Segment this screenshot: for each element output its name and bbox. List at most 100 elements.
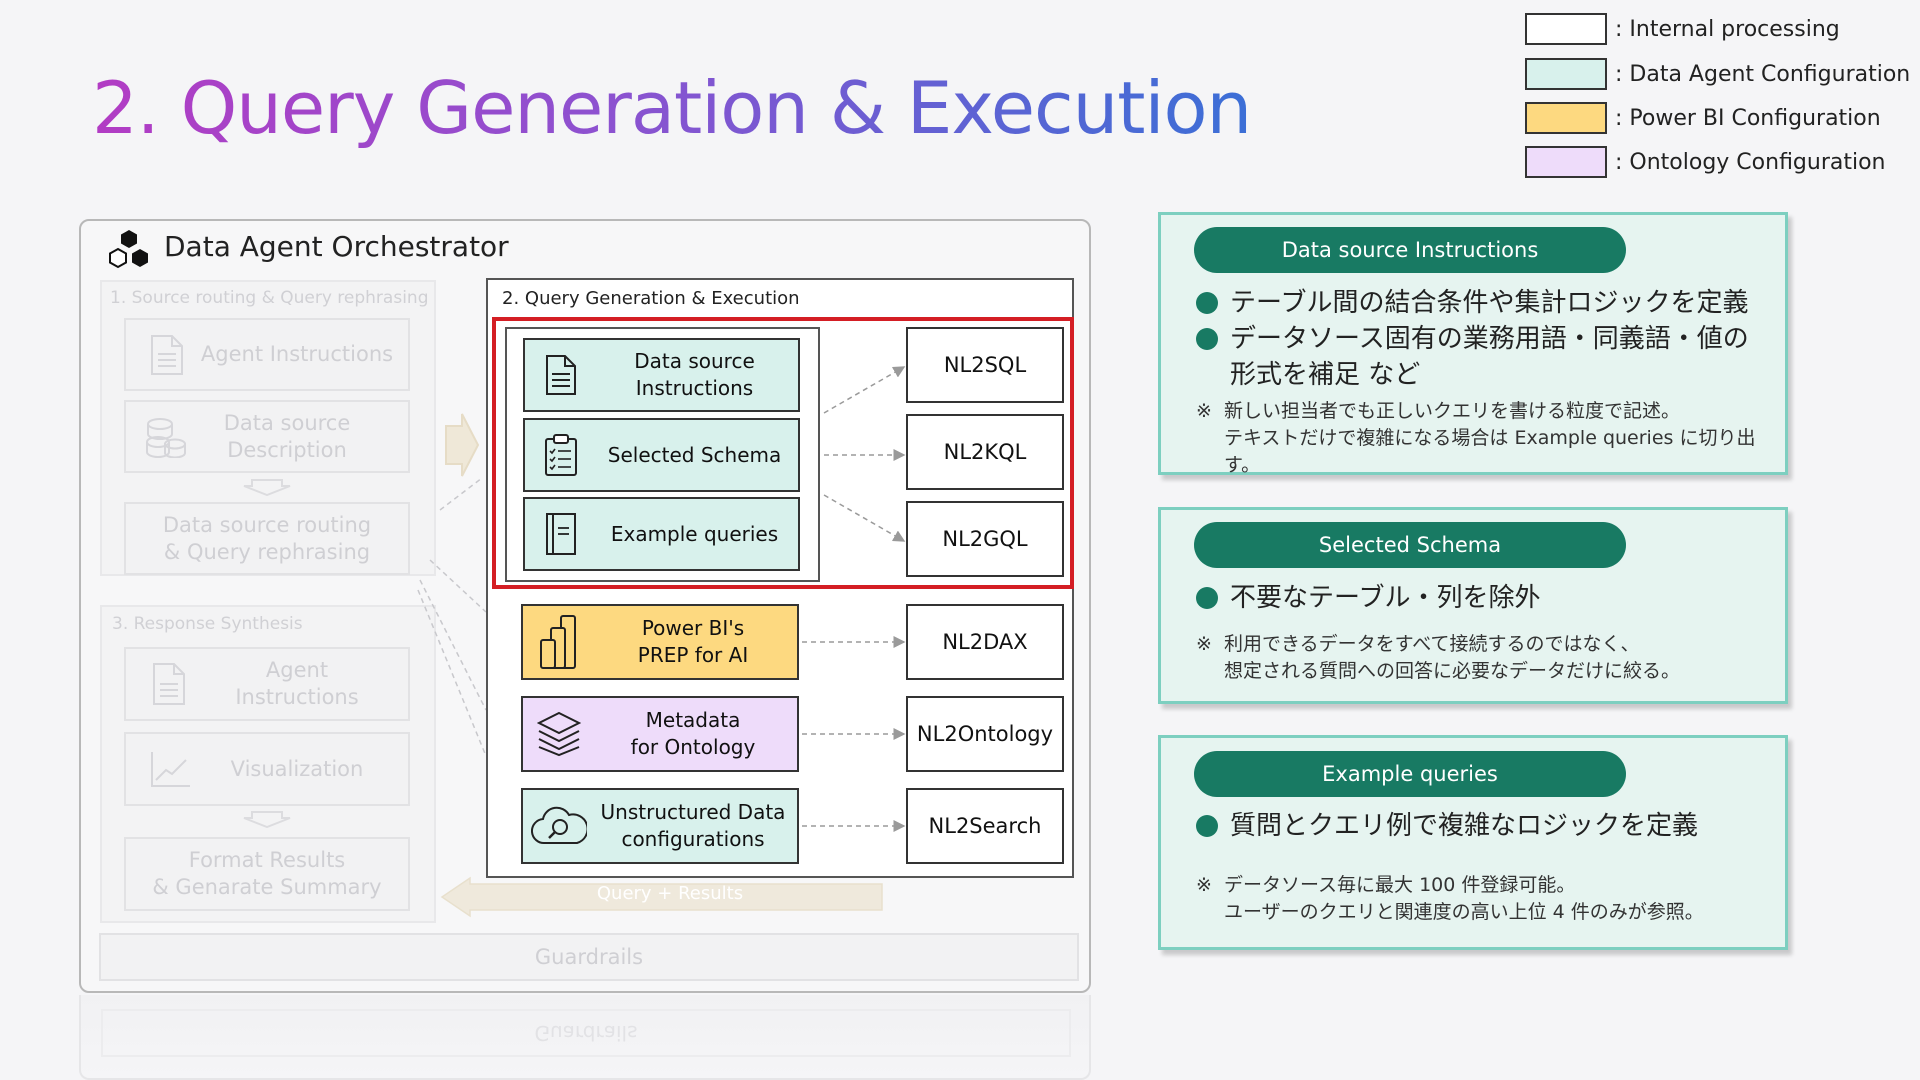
nl2dax-box: NL2DAX — [906, 604, 1064, 680]
config-connectors — [802, 366, 906, 832]
source-routing-label: 1. Source routing & Query rephrasing — [110, 288, 429, 308]
legend-swatch — [1525, 13, 1607, 45]
checklist-icon — [525, 420, 597, 490]
card-note: ※ データソース毎に最大 100 件登録可能。 ユーザーのクエリと関連度の高い上位… — [1196, 872, 1786, 926]
nl2gql-box: NL2GQL — [906, 501, 1064, 577]
routing-label: Data source routing & Query rephrasing — [162, 512, 372, 564]
card-heading: Selected Schema — [1194, 522, 1626, 568]
nl2sql-box: NL2SQL — [906, 327, 1064, 403]
power-bi-icon — [523, 606, 595, 678]
nl2sql-label: NL2SQL — [943, 353, 1027, 377]
cloud-search-icon — [523, 790, 595, 862]
bullet-dot — [1196, 292, 1218, 314]
right-arrow-icon — [445, 413, 480, 477]
bullet-item: 質問とクエリ例で複雑なロジックを定義 — [1196, 808, 1786, 844]
card-bullets: 質問とクエリ例で複雑なロジックを定義 — [1196, 808, 1786, 844]
nl2kql-box: NL2KQL — [906, 414, 1064, 490]
note-text: 利用できるデータをすべて接続するのではなく、 — [1224, 633, 1640, 655]
legend-internal: : Internal processing — [1525, 12, 1910, 46]
legend-label: : Power BI Configuration — [1615, 105, 1881, 131]
note-mark: ※ — [1196, 633, 1212, 655]
card-note: ※ 新しい担当者でも正しいクエリを書ける粒度で記述。 テキストだけで複雑になる場合… — [1196, 398, 1786, 479]
line-chart-icon — [151, 752, 190, 787]
data-source-instructions-box: Data source Instructions — [523, 338, 800, 412]
stacked-layers-icon — [523, 698, 595, 770]
legend-label: : Internal processing — [1615, 16, 1840, 42]
nl2ontology-label: NL2Ontology — [916, 722, 1054, 746]
database-icon — [146, 418, 186, 458]
data-source-description-label: Data source Description — [223, 410, 351, 462]
card-heading: Data source Instructions — [1194, 227, 1626, 273]
legend-label: : Ontology Configuration — [1615, 149, 1886, 175]
legend-power-bi: : Power BI Configuration — [1525, 101, 1910, 135]
legend-swatch — [1525, 146, 1607, 178]
unstructured-data-label: Unstructured Data configurations — [600, 800, 786, 851]
guardrails-label: Guardrails — [534, 944, 644, 969]
card-bullets: テーブル間の結合条件や集計ロジックを定義 データソース固有の業務用語・同義語・値… — [1196, 285, 1786, 393]
bullet-item: テーブル間の結合条件や集計ロジックを定義 — [1196, 285, 1786, 321]
nl2search-box: NL2Search — [906, 788, 1064, 864]
nl2search-label: NL2Search — [928, 814, 1042, 838]
example-queries-box: Example queries — [523, 497, 800, 571]
note-text: ユーザーのクエリと関連度の高い上位 4 件のみが参照。 — [1224, 901, 1704, 923]
query-generation-panel-title: 2. Query Generation & Execution — [502, 288, 800, 309]
agent-instructions-label: Agent Instructions — [200, 342, 394, 366]
bullet-text: データソース固有の業務用語・同義語・値の 形式を補足 など — [1230, 324, 1749, 390]
bullet-dot — [1196, 328, 1218, 350]
card-note: ※ 利用できるデータをすべて接続するのではなく、 想定される質問への回答に必要なデ… — [1196, 631, 1786, 685]
legend-swatch — [1525, 102, 1607, 134]
page-title: 2. Query Generation & Execution — [92, 66, 1252, 150]
note-text: 新しい担当者でも正しいクエリを書ける粒度で記述。 — [1224, 400, 1681, 422]
bullet-dot — [1196, 587, 1218, 609]
bullet-item: 不要なテーブル・列を除外 — [1196, 580, 1786, 616]
selected-schema-label: Selected Schema — [607, 442, 782, 467]
down-arrow-icon — [243, 479, 291, 496]
format-results-box: Format Results & Genarate Summary — [124, 837, 410, 911]
agent-instructions-label-2: Agent Instructions — [235, 658, 359, 709]
hexagon-cluster-icon — [109, 230, 148, 269]
bullet-item: データソース固有の業務用語・同義語・値の 形式を補足 など — [1196, 321, 1786, 393]
visualization-label: Visualization — [230, 756, 364, 781]
example-queries-label: Example queries — [610, 521, 779, 546]
nl2kql-label: NL2KQL — [943, 440, 1027, 464]
unstructured-data-box: Unstructured Data configurations — [521, 788, 799, 864]
routing-box: Data source routing & Query rephrasing — [124, 502, 410, 575]
bullet-text: テーブル間の結合条件や集計ロジックを定義 — [1230, 288, 1749, 318]
response-synthesis-label: 3. Response Synthesis — [112, 614, 303, 634]
note-mark: ※ — [1196, 400, 1212, 422]
orchestrator-title: Data Agent Orchestrator — [164, 230, 509, 263]
nl2ontology-box: NL2Ontology — [906, 696, 1064, 772]
card-heading: Example queries — [1194, 751, 1626, 797]
legend-label: : Data Agent Configuration — [1615, 61, 1911, 87]
nl2gql-label: NL2GQL — [942, 527, 1028, 551]
selected-schema-box: Selected Schema — [523, 418, 800, 492]
guardrails-box: Guardrails — [99, 933, 1079, 981]
format-results-label: Format Results & Genarate Summary — [152, 848, 382, 899]
card-bullets: 不要なテーブル・列を除外 — [1196, 580, 1786, 616]
nl2dax-label: NL2DAX — [942, 630, 1028, 654]
legend-swatch — [1525, 58, 1607, 90]
ontology-metadata-label: Metadata for Ontology — [630, 708, 756, 759]
down-arrow-icon — [243, 811, 291, 828]
document-icon — [151, 335, 183, 375]
bullet-text: 不要なテーブル・列を除外 — [1230, 583, 1541, 613]
legend-ontology: : Ontology Configuration — [1525, 145, 1910, 179]
note-text: データソース毎に最大 100 件登録可能。 — [1224, 874, 1576, 896]
power-bi-prep-box: Power BI's PREP for AI — [521, 604, 799, 680]
guardrails-reflection: Guardrails — [101, 1009, 1071, 1057]
note-mark: ※ — [1196, 874, 1212, 896]
power-bi-prep-label: Power BI's PREP for AI — [637, 616, 749, 667]
form-icon — [525, 499, 597, 569]
legend: : Internal processing : Data Agent Confi… — [1525, 12, 1910, 179]
note-text: 想定される質問への回答に必要なデータだけに絞る。 — [1224, 660, 1681, 682]
query-results-label: Query + Results — [596, 883, 744, 904]
note-text: テキストだけで複雑になる場合は Example queries に切り出す。 — [1224, 427, 1756, 476]
legend-data-agent: : Data Agent Configuration — [1525, 57, 1910, 91]
bullet-text: 質問とクエリ例で複雑なロジックを定義 — [1230, 811, 1699, 841]
data-source-instructions-label: Data source Instructions — [634, 349, 755, 400]
orchestrator-reflection: Guardrails — [79, 995, 1091, 1080]
ontology-metadata-box: Metadata for Ontology — [521, 696, 799, 772]
document-icon — [153, 663, 185, 705]
document-icon — [525, 340, 597, 410]
bullet-dot — [1196, 815, 1218, 837]
